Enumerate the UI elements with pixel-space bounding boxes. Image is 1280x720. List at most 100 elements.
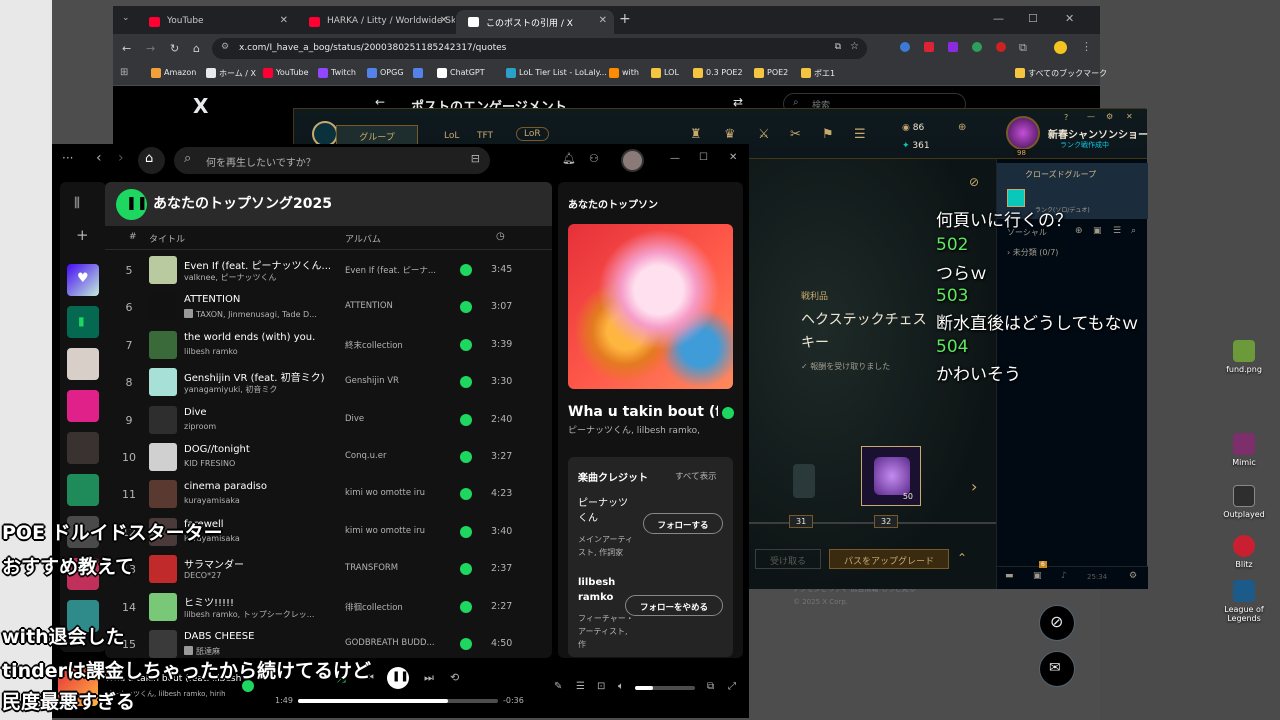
track-album[interactable]: GODBREATH BUDD... <box>345 638 443 648</box>
saved-check-icon[interactable] <box>460 376 472 389</box>
bookmark-folder-poe2-03[interactable]: 0.3 POE2 <box>693 68 743 78</box>
track-album[interactable]: Dive <box>345 414 443 424</box>
minimize-icon[interactable]: — <box>993 12 1004 25</box>
browse-icon[interactable]: ⊟ <box>471 152 480 165</box>
track-row[interactable]: 10 DOG//tonight KID FRESINO Conq.u.er 3:27 <box>105 439 552 476</box>
search-icon[interactable]: ⌕ <box>1131 226 1136 236</box>
close-icon[interactable]: ✕ <box>729 152 737 163</box>
more-menu-icon[interactable]: ··· <box>62 151 73 165</box>
folder-uncategorized[interactable]: › 未分類 (0/7) <box>1007 247 1058 258</box>
missions-icon[interactable]: ▣ <box>1033 571 1042 581</box>
track-album[interactable]: TRANSFORM <box>345 563 443 573</box>
bookmark-youtube[interactable]: YouTube <box>263 68 309 78</box>
bookmark-chatgpt[interactable]: ChatGPT <box>437 68 485 78</box>
add-friend-icon[interactable]: ⊕ <box>1075 226 1083 236</box>
new-tab-button[interactable]: + <box>619 11 631 27</box>
collection-icon[interactable]: ⚔ <box>758 127 770 142</box>
desktop-icon-fund[interactable]: fund.png <box>1214 340 1274 374</box>
maximize-icon[interactable]: ☐ <box>1028 12 1038 25</box>
close-tab-icon[interactable]: ✕ <box>599 15 607 26</box>
chat-icon[interactable]: ▬ <box>1005 571 1014 581</box>
bookmark-opgg[interactable]: OPGG <box>367 68 404 78</box>
extension-icon[interactable] <box>924 42 934 52</box>
sort-icon[interactable]: ☰ <box>1113 226 1121 236</box>
bookmark-folder-poe1[interactable]: ポエ1 <box>801 68 835 79</box>
track-artist[interactable]: TAXON, Jinmenusagi, Tade D... <box>184 309 332 319</box>
track-album[interactable]: Even If (feat. ピーナ... <box>345 264 443 276</box>
desktop-icon-league[interactable]: League of Legends <box>1214 580 1274 623</box>
library-playlist-tile[interactable] <box>67 432 99 464</box>
install-app-icon[interactable]: ⧉ <box>835 42 841 52</box>
saved-check-icon[interactable] <box>460 264 472 276</box>
saved-check-icon[interactable] <box>460 563 472 576</box>
lyrics-icon[interactable]: ✎ <box>554 681 562 692</box>
follow-button[interactable]: フォローする <box>643 513 723 534</box>
track-artist[interactable]: lilbesh ramko, トップシークレッ... <box>184 609 332 620</box>
profile-avatar[interactable] <box>1054 41 1067 54</box>
hextech-chest-reward[interactable]: 50 <box>861 446 921 506</box>
clash-icon[interactable]: ⚑ <box>822 127 834 142</box>
extension-icon[interactable] <box>900 42 910 52</box>
column-album[interactable]: アルバム <box>345 232 381 245</box>
tab-search-icon[interactable]: ⌄ <box>122 13 130 23</box>
track-title[interactable]: Even If (feat. ピーナッツくん... <box>184 257 332 272</box>
expand-icon[interactable]: ⌃ <box>957 551 967 565</box>
volume-icon[interactable]: 🔈︎ <box>618 681 624 692</box>
tft-nav-icon[interactable]: ♛ <box>724 127 736 142</box>
minimize-icon[interactable]: — <box>670 153 680 164</box>
track-album[interactable]: Conq.u.er <box>345 451 443 461</box>
bookmark-star-icon[interactable]: ☆ <box>850 41 859 52</box>
help-icon[interactable]: ? <box>1064 113 1068 122</box>
track-title[interactable]: Dive <box>184 407 332 418</box>
group-button[interactable]: グループ <box>336 125 418 145</box>
close-tab-icon[interactable]: ✕ <box>280 15 288 26</box>
desktop-icon-blitz[interactable]: Blitz <box>1214 535 1274 569</box>
notifications-icon[interactable]: 🔔︎ <box>562 152 576 165</box>
your-episodes-tile[interactable]: ▮ <box>67 306 99 338</box>
search-input[interactable]: ⌕ 何を再生したいですか？ ⊟ <box>174 147 490 174</box>
saved-check-icon[interactable] <box>722 407 734 419</box>
home-button[interactable]: ⌂ <box>138 147 165 174</box>
fullscreen-icon[interactable]: ⤢ <box>728 681 736 692</box>
close-icon[interactable]: ✕ <box>1126 112 1133 121</box>
track-artist[interactable]: ziproom <box>184 422 332 431</box>
player-play-pause-button[interactable]: ❚❚ <box>387 667 409 689</box>
close-tab-icon[interactable]: ✕ <box>440 15 448 26</box>
next-icon[interactable]: ⏭︎ <box>424 671 434 685</box>
profile-name[interactable]: 新春シャンソンショー <box>1048 126 1148 141</box>
track-artist[interactable]: kurayamisaka <box>184 496 332 505</box>
avatar[interactable] <box>621 149 644 172</box>
track-row[interactable]: 5 Even If (feat. ピーナッツくん... valknee, ピーナッツ… <box>105 252 552 289</box>
forward-icon[interactable]: → <box>146 42 155 55</box>
repeat-icon[interactable]: ⟲ <box>450 671 459 684</box>
track-row[interactable]: 11 cinema paradiso kurayamisaka kimi wo omo… <box>105 476 552 513</box>
site-info-icon[interactable]: ⚙ <box>221 42 229 52</box>
show-all-link[interactable]: すべて表示 <box>675 470 717 482</box>
track-title[interactable]: サラマンダー <box>184 556 332 571</box>
extensions-puzzle-icon[interactable]: ⧉ <box>1019 41 1027 55</box>
track-artist[interactable]: valknee, ピーナッツくん <box>184 272 332 283</box>
track-row[interactable]: 6 ATTENTION TAXON, Jinmenusagi, Tade D... A… <box>105 289 552 326</box>
track-title[interactable]: the world ends (with) you. <box>184 332 332 343</box>
unfollow-button[interactable]: フォローをやめる <box>625 595 723 616</box>
x-logo[interactable]: X <box>193 94 208 118</box>
track-album[interactable]: kimi wo omotte iru <box>345 488 443 498</box>
track-row[interactable]: 14 ヒミツ!!!!! lilbesh ramko, トップシークレッ... 徘徊co… <box>105 589 552 626</box>
track-title[interactable]: ATTENTION <box>184 294 332 305</box>
bookmark-with[interactable]: with <box>609 68 639 78</box>
pass-reward-icon[interactable] <box>793 464 815 498</box>
track-artist[interactable]: yanagamiyuki, 初音ミク <box>184 384 332 395</box>
progress-bar[interactable] <box>298 699 498 703</box>
credit-name[interactable]: ピーナッツ くん <box>578 496 638 526</box>
saved-check-icon[interactable] <box>460 451 472 463</box>
track-artist[interactable]: KID FRESINO <box>184 459 332 468</box>
saved-check-icon[interactable] <box>460 600 472 613</box>
column-title[interactable]: タイトル <box>149 232 185 245</box>
track-album[interactable]: 徘徊collection <box>345 601 443 613</box>
now-playing-title[interactable]: Wha u takin bout (fe <box>568 404 718 420</box>
create-playlist-icon[interactable]: + <box>76 226 89 244</box>
track-album[interactable]: ATTENTION <box>345 301 443 311</box>
desktop-icon-outplayed[interactable]: Outplayed <box>1214 485 1274 519</box>
track-artist[interactable]: lilbesh ramko <box>184 347 332 356</box>
address-bar[interactable]: ⚙ x.com/I_have_a_bog/status/200038025118… <box>212 38 867 59</box>
